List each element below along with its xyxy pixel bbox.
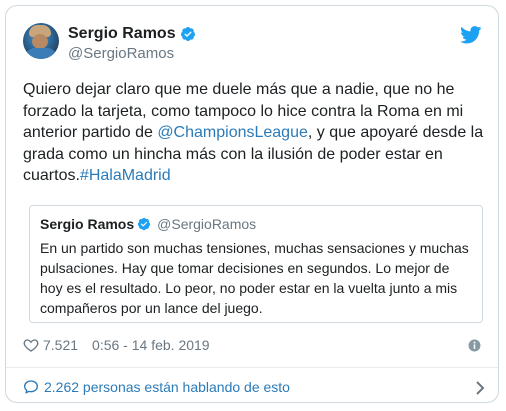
quoted-tweet[interactable]: Sergio Ramos @SergioRamos En un partido … <box>29 205 483 323</box>
quoted-author-name: Sergio Ramos <box>40 216 135 232</box>
author-name-row: Sergio Ramos <box>68 25 196 43</box>
info-icon[interactable] <box>468 339 481 352</box>
hashtag-link[interactable]: #HalaMadrid <box>80 167 171 184</box>
timestamp[interactable]: 0:56 - 14 feb. 2019 <box>92 337 210 353</box>
author-handle[interactable]: @SergioRamos <box>68 45 196 62</box>
quoted-tweet-header: Sergio Ramos @SergioRamos <box>40 216 472 232</box>
like-count[interactable]: 7.521 <box>43 337 78 353</box>
author-name[interactable]: Sergio Ramos <box>68 25 176 43</box>
chevron-right-icon[interactable] <box>475 380 485 396</box>
mention-link[interactable]: @ChampionsLeague <box>157 124 308 141</box>
tweet-text: Quiero dejar claro que me duele más que … <box>23 79 491 187</box>
speech-bubble-icon <box>24 380 38 394</box>
quoted-author-handle: @SergioRamos <box>157 216 257 232</box>
avatar-shirt <box>25 48 57 59</box>
embedded-tweet-card[interactable]: Sergio Ramos @SergioRamos Quiero dejar c… <box>5 5 499 403</box>
twitter-bird-icon[interactable] <box>460 26 482 44</box>
heart-icon[interactable] <box>23 337 39 353</box>
divider <box>6 367 498 368</box>
quoted-tweet-text: En un partido son muchas tensiones, much… <box>40 240 469 316</box>
avatar-face <box>32 34 48 49</box>
conversation-link[interactable]: 2.262 personas están hablando de esto <box>23 379 489 395</box>
avatar[interactable] <box>23 23 59 59</box>
conversation-text[interactable]: 2.262 personas están hablando de esto <box>44 379 290 395</box>
verified-badge-icon <box>180 27 195 41</box>
verified-badge-icon <box>138 217 151 231</box>
author-block[interactable]: Sergio Ramos @SergioRamos <box>68 25 196 62</box>
tweet-meta: 7.521 0:56 - 14 feb. 2019 <box>23 337 491 353</box>
